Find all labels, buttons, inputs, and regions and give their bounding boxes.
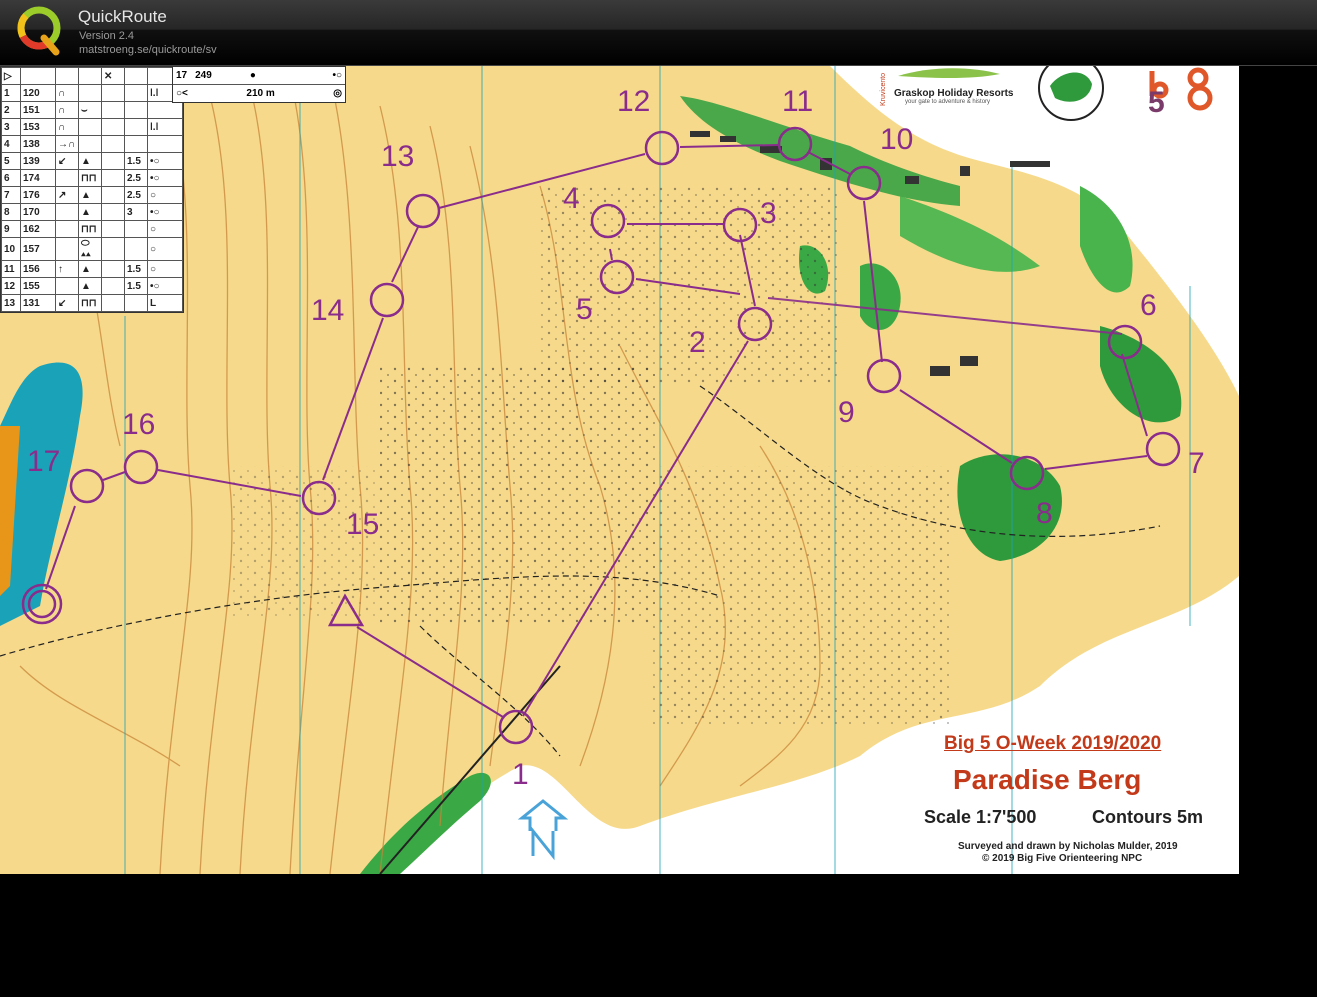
sponsor-name: Graskop Holiday Resorts bbox=[894, 88, 1014, 99]
control-number: 16 bbox=[122, 408, 155, 441]
control-description-table: ▷ ✕ 1 120 ∩ ǀ.ǀ 2 151 ∩ ⌣ 3 153 ∩ ǀ.ǀ 4 138 →∩ 5 139 ↙… bbox=[0, 66, 184, 313]
finish-icon: ◎ bbox=[333, 88, 342, 99]
control-number: 1 bbox=[512, 758, 529, 791]
control-description-finish: 17 249 ● •○ ○< 210 m ◎ bbox=[172, 66, 346, 103]
table-row: 7 176 ↗ ▲ 2.5 ○ bbox=[1, 186, 183, 204]
table-row: 4 138 →∩ bbox=[1, 135, 183, 153]
finish-distance: 210 m bbox=[246, 88, 275, 99]
table-row: 17 249 ● •○ bbox=[173, 67, 345, 85]
control-number: 4 bbox=[563, 182, 580, 215]
table-row: 2 151 ∩ ⌣ bbox=[1, 101, 183, 119]
table-row: ▷ ✕ bbox=[1, 67, 183, 85]
table-row: 3 153 ∩ ǀ.ǀ bbox=[1, 118, 183, 136]
control-number: 14 bbox=[311, 294, 344, 327]
control-number: 15 bbox=[346, 508, 379, 541]
control-number: 7 bbox=[1188, 447, 1205, 480]
table-row: 8 170 ▲ 3 •○ bbox=[1, 203, 183, 221]
app-version: Version 2.4 bbox=[79, 30, 135, 42]
event-title: Big 5 O-Week 2019/2020 bbox=[944, 733, 1162, 754]
table-row: 10 157 ⬭ ▴▴ ○ bbox=[1, 237, 183, 261]
table-row: 12 155 ▲ 1.5 •○ bbox=[1, 277, 183, 295]
orienteering-map[interactable]: 1 2 3 4 5 6 7 8 9 10 11 12 13 14 15 16 1… bbox=[0, 66, 1239, 874]
control-number: 12 bbox=[617, 85, 650, 118]
table-row: 13 131 ↙ ⊓⊓ L bbox=[1, 294, 183, 312]
title-bar: QuickRoute Version 2.4 matstroeng.se/qui… bbox=[0, 0, 1317, 66]
control-number: 2 bbox=[689, 326, 706, 359]
control-number: 9 bbox=[838, 396, 855, 429]
quickroute-logo-icon bbox=[17, 6, 61, 56]
map-contours: Contours 5m bbox=[1092, 807, 1204, 827]
control-number: 3 bbox=[760, 197, 777, 230]
table-row: ○< 210 m ◎ bbox=[173, 85, 345, 102]
table-row: 5 139 ↙ ▲ 1.5 •○ bbox=[1, 152, 183, 170]
map-name: Paradise Berg bbox=[953, 764, 1142, 795]
app-name: QuickRoute bbox=[78, 7, 167, 26]
control-number: 6 bbox=[1140, 289, 1157, 322]
table-row: 6 174 ⊓⊓ 2.5 •○ bbox=[1, 169, 183, 187]
control-number: 13 bbox=[381, 140, 414, 173]
svg-text:Kruvicento: Kruvicento bbox=[880, 73, 887, 106]
control-number: 17 bbox=[27, 445, 60, 478]
map-credit-copyright: © 2019 Big Five Orienteering NPC bbox=[982, 853, 1143, 864]
app-url-link[interactable]: matstroeng.se/quickroute/sv bbox=[79, 44, 217, 56]
start-to-finish-icon: ○< bbox=[176, 88, 188, 99]
map-scale: Scale 1:7'500 bbox=[924, 807, 1037, 827]
map-credit-surveyed: Surveyed and drawn by Nicholas Mulder, 2… bbox=[958, 841, 1178, 852]
table-row: 11 156 ↑ ▲ 1.5 ○ bbox=[1, 260, 183, 278]
control-number: 11 bbox=[782, 85, 813, 118]
table-row: 1 120 ∩ ǀ.ǀ bbox=[1, 84, 183, 102]
federation-logo-icon bbox=[1038, 66, 1104, 121]
control-number: 10 bbox=[880, 123, 913, 156]
table-row: 9 162 ⊓⊓ ○ bbox=[1, 220, 183, 238]
control-number: 5 bbox=[576, 293, 593, 326]
control-number: 8 bbox=[1036, 497, 1053, 530]
sponsor-tagline: your gate to adventure & history bbox=[905, 99, 991, 105]
svg-text:5: 5 bbox=[1148, 86, 1165, 119]
